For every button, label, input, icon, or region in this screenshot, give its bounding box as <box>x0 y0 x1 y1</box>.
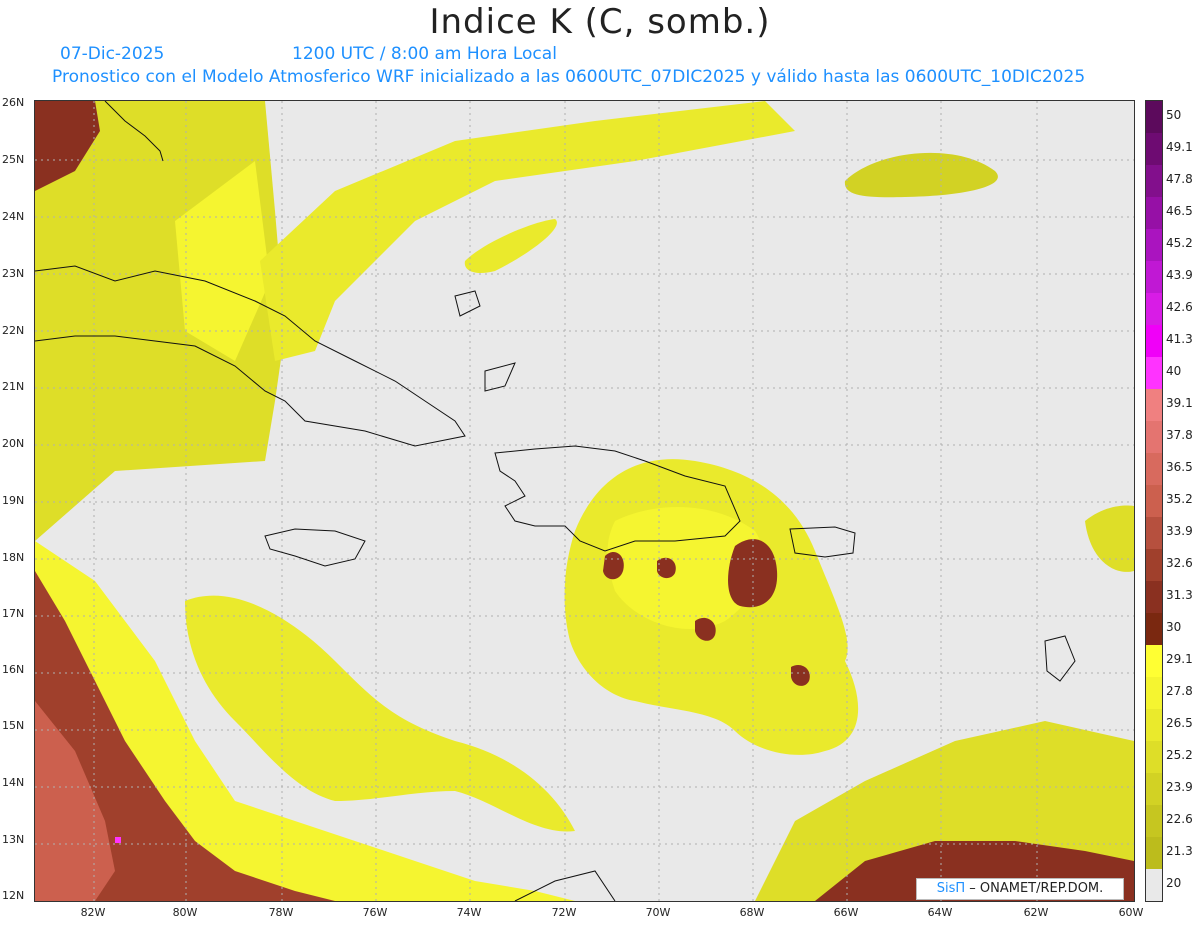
field-yellow-northeast-blob <box>844 152 998 198</box>
k-index-shading <box>35 101 1134 901</box>
colorbar-label: 37.8 <box>1166 428 1193 442</box>
field-yellow-east-edge <box>1085 505 1134 572</box>
colorbar-segment <box>1146 261 1162 293</box>
colorbar-label: 26.5 <box>1166 716 1193 730</box>
lon-label: 70W <box>645 906 671 919</box>
colorbar-label: 21.3 <box>1166 844 1193 858</box>
lon-label: 78W <box>268 906 294 919</box>
colorbar-label: 20 <box>1166 876 1182 890</box>
colorbar-segment <box>1146 581 1162 613</box>
colorbar-label: 36.5 <box>1166 460 1193 474</box>
colorbar-segment <box>1146 389 1162 421</box>
colorbar-segment <box>1146 293 1162 325</box>
lon-label: 68W <box>739 906 765 919</box>
colorbar-label: 49.1 <box>1166 140 1193 154</box>
lat-label: 17N <box>2 607 25 620</box>
colorbar-segment <box>1146 101 1162 133</box>
colorbar-segment <box>1146 869 1162 901</box>
forecast-time: 1200 UTC / 8:00 am Hora Local <box>292 44 557 64</box>
colorbar-segment <box>1146 229 1162 261</box>
lat-label: 15N <box>2 719 25 732</box>
field-yellow-central-caribbean <box>185 595 575 832</box>
lat-label: 22N <box>2 324 25 337</box>
colorbar-label: 43.9 <box>1166 268 1193 282</box>
field-brown-pr-east <box>728 539 778 608</box>
lat-label: 14N <box>2 776 25 789</box>
lat-label: 13N <box>2 833 25 846</box>
lat-label: 20N <box>2 437 25 450</box>
map-panel <box>34 100 1135 902</box>
credit-onamet: – ONAMET/REP.DOM. <box>965 881 1104 896</box>
colorbar-label: 32.6 <box>1166 556 1193 570</box>
colorbar-segment <box>1146 709 1162 741</box>
coast-jamaica <box>264 528 366 567</box>
colorbar-label: 22.6 <box>1166 812 1193 826</box>
colorbar-label: 45.2 <box>1166 236 1193 250</box>
lat-label: 26N <box>2 96 25 109</box>
field-yellow-atlantic-blob <box>464 219 557 273</box>
colorbar-label: 35.2 <box>1166 492 1193 506</box>
lon-label: 76W <box>362 906 388 919</box>
colorbar-label: 29.1 <box>1166 652 1193 666</box>
colorbar-segment <box>1146 165 1162 197</box>
colorbar-segment <box>1146 613 1162 645</box>
colorbar-label: 40 <box>1166 364 1182 378</box>
map-title: Indice K (C, somb.) <box>429 2 771 42</box>
credit-sis: SisΠ <box>936 881 966 896</box>
coast-bahamas-a <box>454 290 481 317</box>
colorbar-segment <box>1146 837 1162 869</box>
colorbar-label: 46.5 <box>1166 204 1193 218</box>
lon-label: 74W <box>456 906 482 919</box>
lon-label: 62W <box>1023 906 1049 919</box>
colorbar-label: 47.8 <box>1166 172 1193 186</box>
colorbar-label: 42.6 <box>1166 300 1193 314</box>
colorbar-segment <box>1146 485 1162 517</box>
colorbar-label: 31.3 <box>1166 588 1193 602</box>
colorbar-segment <box>1146 805 1162 837</box>
lon-label: 64W <box>927 906 953 919</box>
lon-label: 82W <box>80 906 106 919</box>
lat-label: 25N <box>2 153 25 166</box>
colorbar-segment <box>1146 133 1162 165</box>
colorbar-segment <box>1146 357 1162 389</box>
colorbar-label: 41.3 <box>1166 332 1193 346</box>
lat-label: 23N <box>2 267 25 280</box>
lon-label: 66W <box>833 906 859 919</box>
k-index-map <box>35 101 1134 901</box>
colorbar-segment <box>1146 549 1162 581</box>
colorbar-label: 50 <box>1166 108 1182 122</box>
colorbar-label: 33.9 <box>1166 524 1193 538</box>
colorbar-segment <box>1146 741 1162 773</box>
colorbar-segment <box>1146 453 1162 485</box>
field-magenta-dot <box>115 837 121 843</box>
colorbar <box>1145 100 1163 902</box>
lon-label: 72W <box>551 906 577 919</box>
colorbar-label: 27.8 <box>1166 684 1193 698</box>
colorbar-label: 30 <box>1166 620 1182 634</box>
colorbar-label: 39.1 <box>1166 396 1193 410</box>
colorbar-segment <box>1146 677 1162 709</box>
credit-box: SisΠ – ONAMET/REP.DOM. <box>916 878 1124 900</box>
lat-label: 18N <box>2 551 25 564</box>
coast-bahamas-b <box>484 362 516 392</box>
colorbar-segment <box>1146 517 1162 549</box>
colorbar-segment <box>1146 773 1162 805</box>
colorbar-segment <box>1146 325 1162 357</box>
lat-label: 16N <box>2 663 25 676</box>
lon-label: 60W <box>1118 906 1144 919</box>
colorbar-segment <box>1146 197 1162 229</box>
colorbar-label: 25.2 <box>1166 748 1193 762</box>
forecast-date: 07-Dic-2025 <box>60 44 165 64</box>
colorbar-label: 23.9 <box>1166 780 1193 794</box>
lat-label: 24N <box>2 210 25 223</box>
coast-lesser-antilles <box>1044 635 1076 682</box>
colorbar-segment <box>1146 645 1162 677</box>
model-description: Pronostico con el Modelo Atmosferico WRF… <box>52 67 1086 87</box>
lat-label: 21N <box>2 380 25 393</box>
field-brown-hisp-a <box>603 551 624 580</box>
lon-label: 80W <box>172 906 198 919</box>
lat-label: 12N <box>2 889 25 902</box>
lat-label: 19N <box>2 494 25 507</box>
colorbar-segment <box>1146 421 1162 453</box>
